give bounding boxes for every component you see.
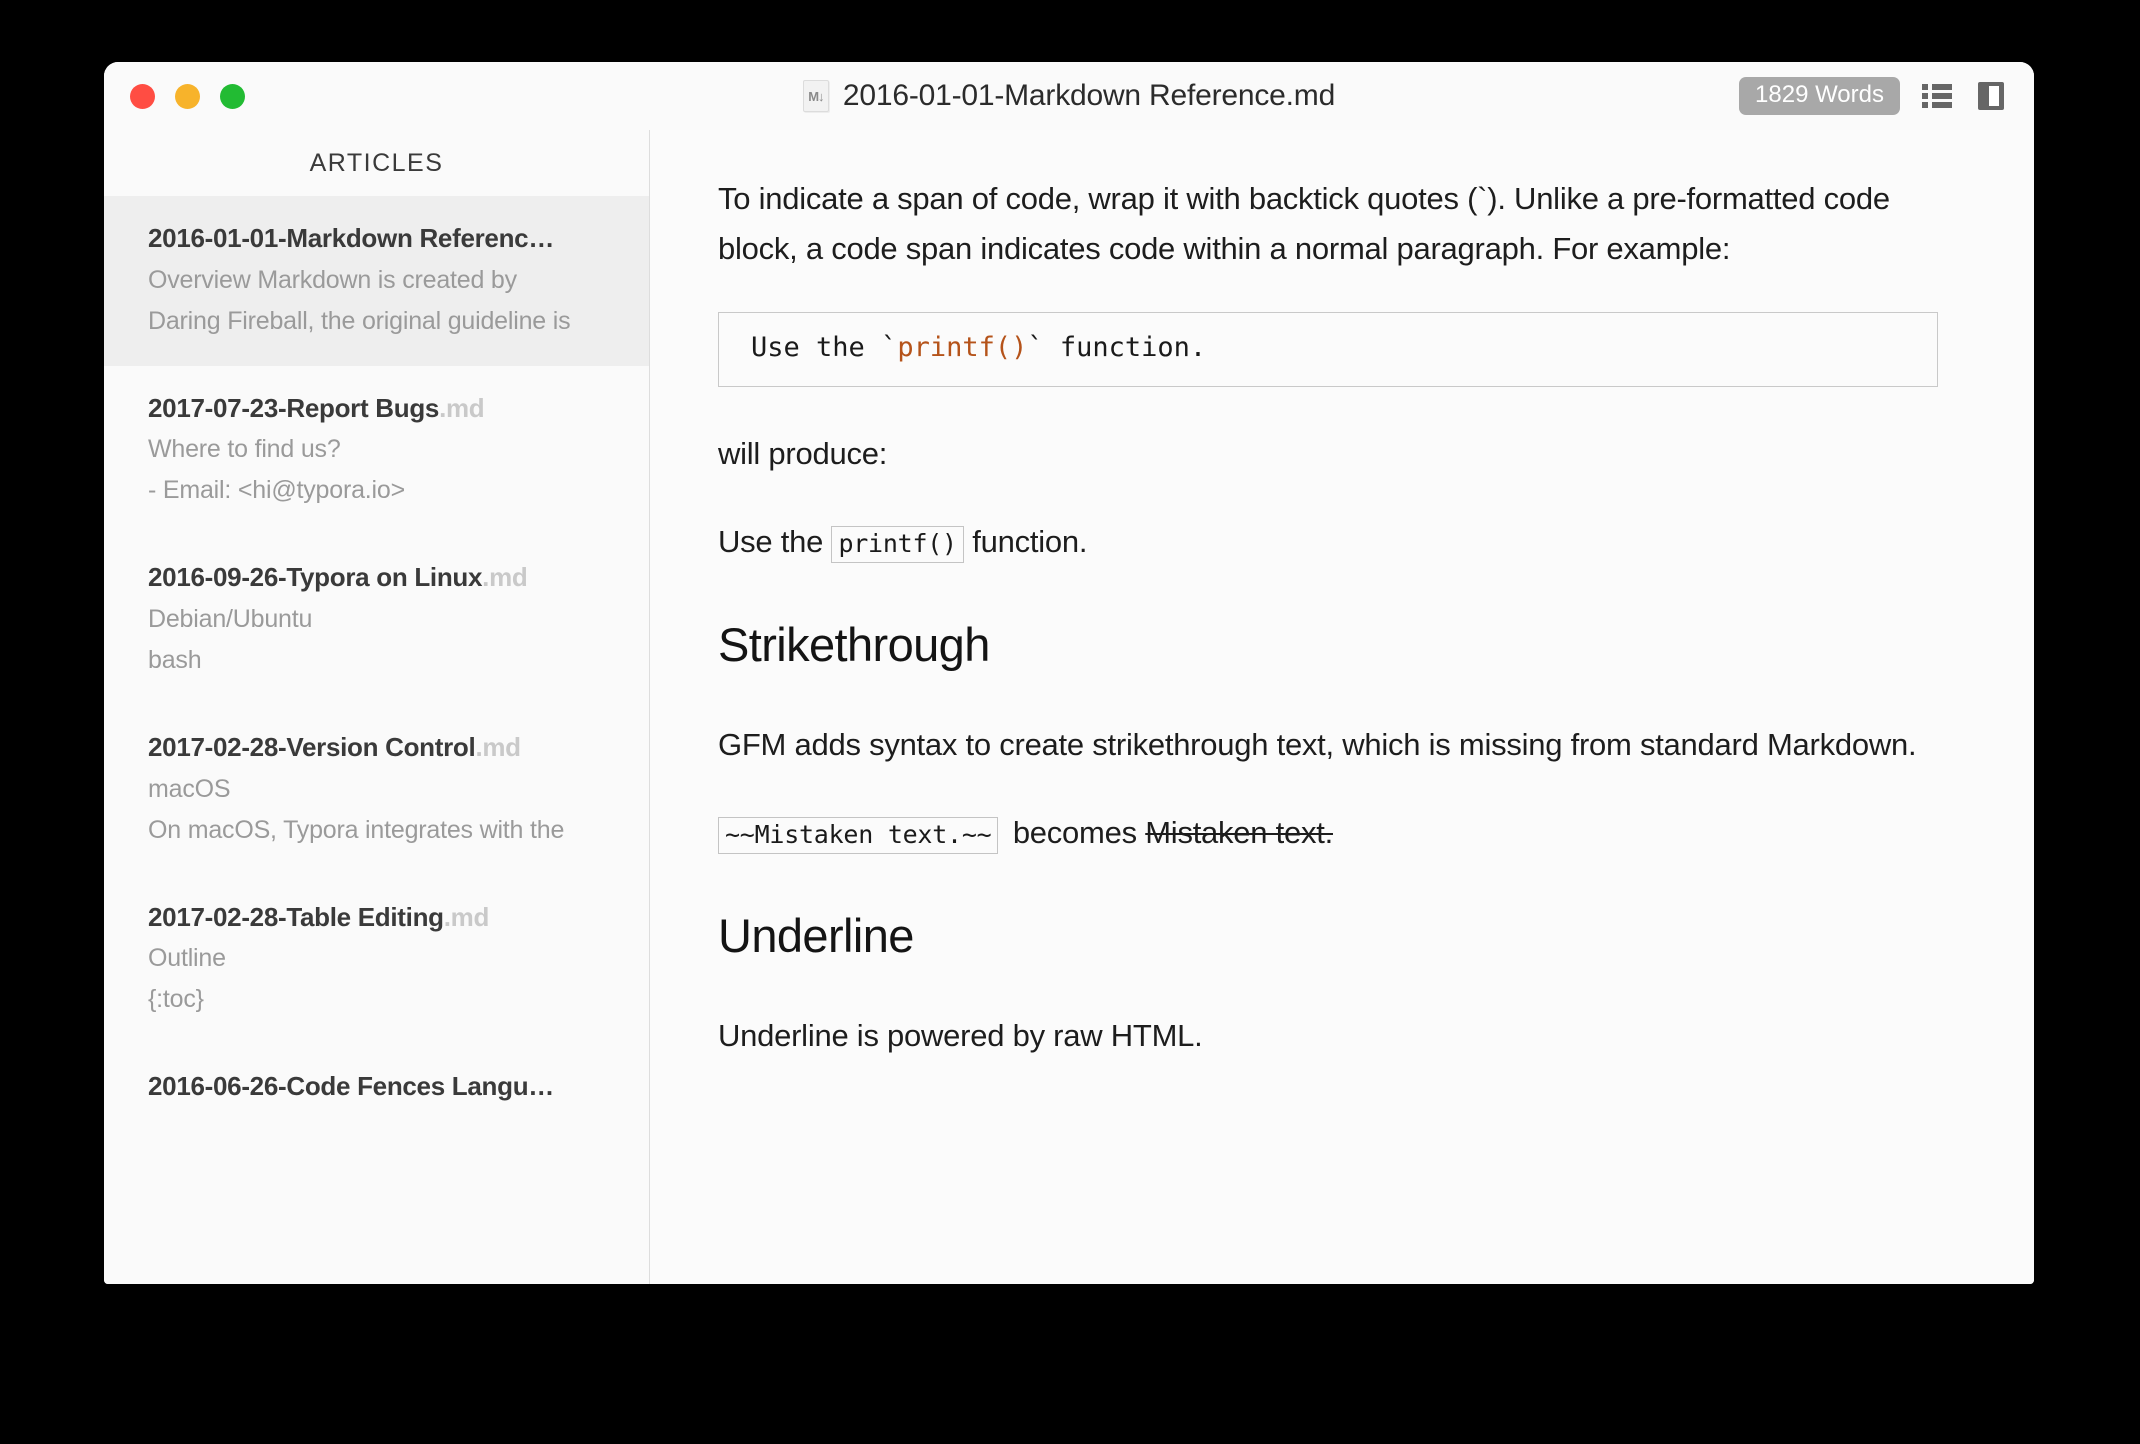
typora-window: M↓ 2016-01-01-Markdown Reference.md 1829… (104, 62, 2034, 1284)
close-button[interactable] (130, 83, 155, 109)
article-excerpt-line: - Email: <hi@typora.io> (148, 476, 405, 505)
titlebar-actions: 1829 Words (1739, 62, 2008, 130)
paragraph: ~~Mistaken text.~~ becomes Mistaken text… (718, 808, 1938, 858)
article-title: 2017-07-23-Report Bugs.md (148, 392, 485, 423)
list-item[interactable]: 2017-07-23-Report Bugs.md Where to find … (104, 366, 649, 536)
article-excerpt-line: {:toc} (148, 985, 204, 1014)
word-count-badge[interactable]: 1829 Words (1739, 76, 1900, 116)
panel-icon (1978, 82, 2004, 110)
list-item[interactable]: 2016-01-01-Markdown Referenc… Overview M… (104, 196, 649, 366)
window-body: ARTICLES 2016-01-01-Markdown Referenc… O… (104, 130, 2034, 1284)
list-icon (1922, 84, 1952, 108)
article-excerpt-line: Debian/Ubuntu (148, 605, 313, 634)
sidebar-toggle-button[interactable] (1974, 79, 2008, 113)
article-title: 2017-02-28-Version Control.md (148, 732, 521, 763)
article-excerpt-line: Daring Fireball, the original guideline … (148, 306, 571, 335)
inline-code[interactable]: ~~Mistaken text.~~ (718, 816, 999, 854)
section-heading: Underline (718, 909, 914, 963)
article-excerpt-line: macOS (148, 774, 231, 803)
code-highlight: printf() (897, 332, 1028, 364)
article-excerpt-line: Outline (148, 944, 226, 973)
article-title: 2016-06-26-Code Fences Langu… (148, 1071, 554, 1102)
paragraph: Underline is powered by raw HTML. (718, 1017, 1203, 1053)
file-sidebar: ARTICLES 2016-01-01-Markdown Referenc… O… (104, 130, 650, 1284)
article-excerpt-line: Where to find us? (148, 435, 341, 464)
strikethrough-text: Mistaken text. (1145, 814, 1333, 850)
list-item[interactable]: 2017-02-28-Table Editing.md Outline {:to… (104, 875, 649, 1045)
outline-toggle-button[interactable] (1920, 79, 1954, 113)
minimize-button[interactable] (175, 83, 200, 109)
article-title: 2016-01-01-Markdown Referenc… (148, 223, 555, 253)
text-run: function. (963, 524, 1088, 560)
traffic-lights (130, 83, 245, 109)
list-item[interactable]: 2016-09-26-Typora on Linux.md Debian/Ubu… (104, 535, 649, 705)
text-run: Use the (718, 524, 832, 560)
paragraph: will produce: (718, 435, 888, 471)
code-block[interactable]: Use the `printf()` function. (718, 312, 1938, 387)
titlebar: M↓ 2016-01-01-Markdown Reference.md 1829… (104, 62, 2034, 130)
code-text: Use the ` (751, 332, 898, 364)
article-excerpt-line: On macOS, Typora integrates with the (148, 815, 565, 844)
text-run: becomes (1012, 814, 1137, 850)
code-text: ` function. (1027, 332, 1207, 364)
maximize-button[interactable] (220, 83, 245, 109)
article-title: 2017-02-28-Table Editing.md (148, 901, 490, 932)
paragraph: GFM adds syntax to create strikethrough … (718, 726, 1917, 762)
article-title: 2016-09-26-Typora on Linux.md (148, 562, 528, 593)
inline-code[interactable]: printf() (831, 526, 964, 564)
document-title: 2016-01-01-Markdown Reference.md (842, 79, 1336, 112)
list-item[interactable]: 2017-02-28-Version Control.md macOS On m… (104, 705, 649, 875)
paragraph: To indicate a span of code, wrap it with… (718, 181, 1890, 267)
article-list[interactable]: 2016-01-01-Markdown Referenc… Overview M… (104, 196, 649, 1284)
section-heading: Strikethrough (718, 618, 990, 672)
sidebar-header: ARTICLES (309, 148, 444, 177)
article-excerpt-line: Overview Markdown is created by (148, 265, 517, 294)
paragraph: Use the printf() function. (718, 517, 1938, 567)
list-item[interactable]: 2016-06-26-Code Fences Langu… (104, 1044, 649, 1132)
editor-pane[interactable]: To indicate a span of code, wrap it with… (650, 130, 2034, 1284)
markdown-file-icon: M↓ (802, 80, 829, 112)
article-excerpt-line: bash (148, 646, 202, 675)
